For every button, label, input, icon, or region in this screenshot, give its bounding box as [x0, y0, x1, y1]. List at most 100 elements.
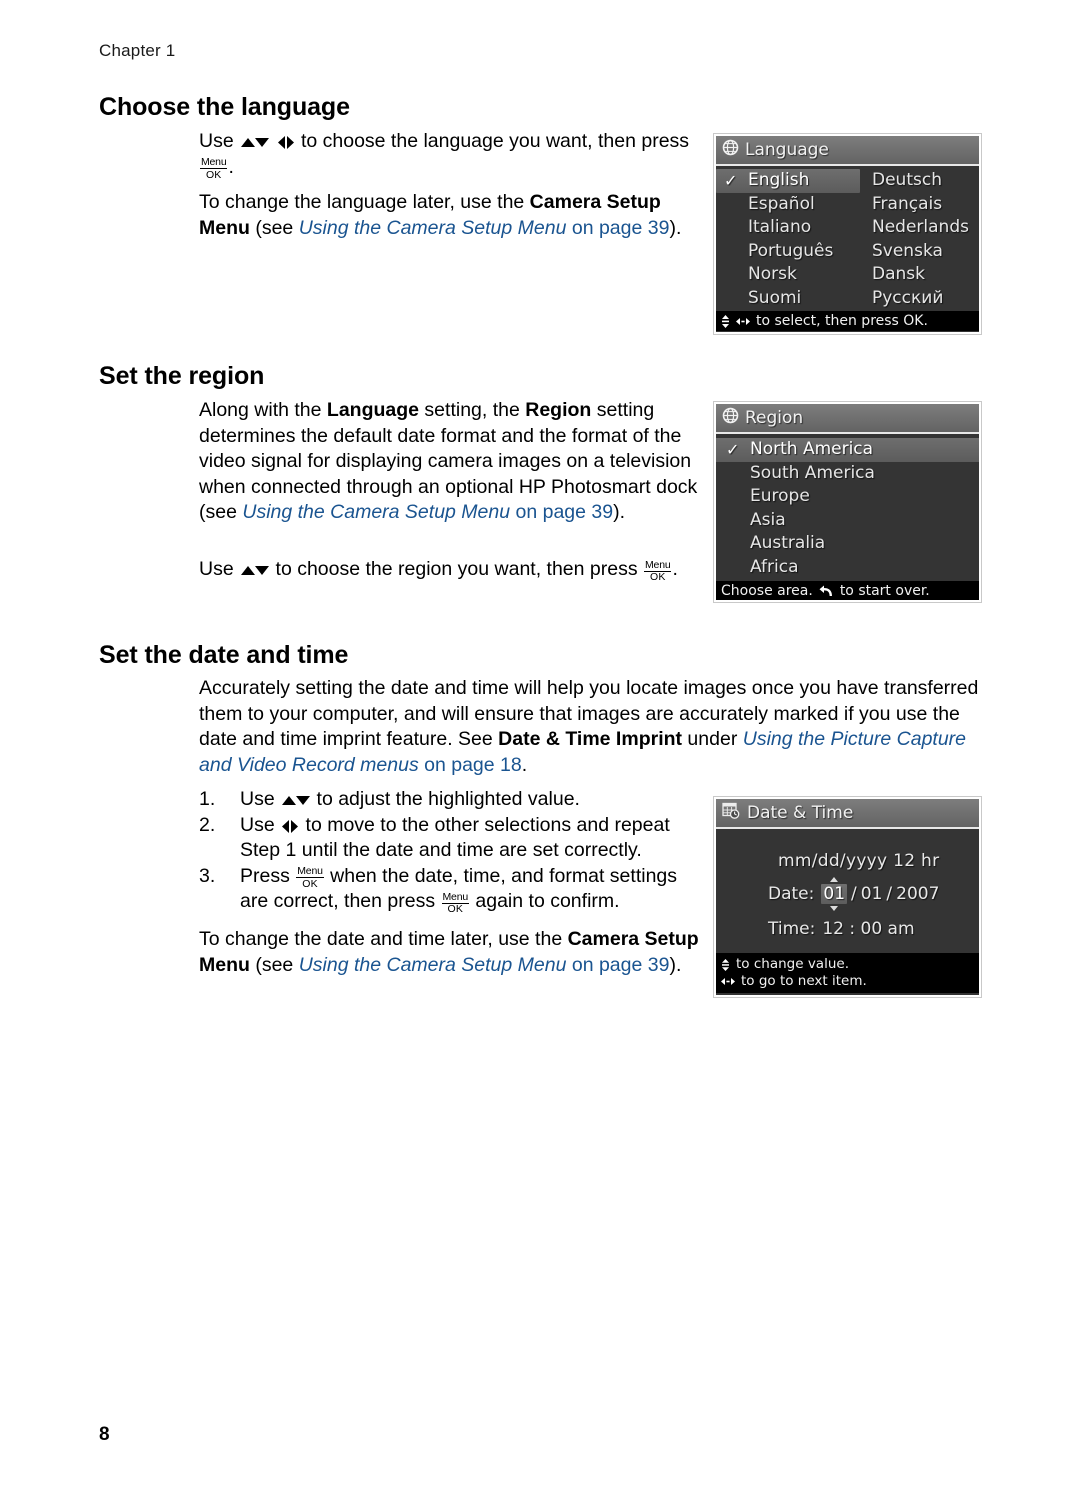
- list-item: 3. Press Menu OK when the date, time, and…: [199, 864, 704, 915]
- caret-down-icon: [830, 906, 839, 911]
- heading-choose-the-language: Choose the language: [99, 93, 350, 121]
- up-down-arrows-icon: [280, 791, 311, 811]
- region-label: Australia: [750, 533, 826, 553]
- region-option-north-america[interactable]: ✓ North America: [716, 438, 979, 462]
- link-using-the-camera-setup-menu[interactable]: Using the Camera Setup Menu: [242, 501, 510, 523]
- text-use-suffix: to choose the region you want, then pres…: [270, 558, 644, 580]
- date-label: Date:: [768, 884, 815, 904]
- datetime-hint-text-2: to go to next item.: [741, 973, 867, 989]
- time-label: Time:: [768, 919, 816, 939]
- region-option-europe[interactable]: Europe: [716, 485, 979, 509]
- text-see: (see: [249, 953, 299, 976]
- checkmark-icon: ✓: [724, 171, 738, 190]
- language-label: English: [748, 170, 810, 190]
- text-close-paren: ).: [613, 501, 626, 523]
- text-close-paren: ).: [669, 216, 682, 239]
- text-along-with: Along with the: [199, 399, 327, 421]
- datetime-screen-body: mm/dd/yyyy 12 hr Date: 01 / 01 / 2007 Ti…: [716, 829, 979, 953]
- date-month-field[interactable]: 01: [821, 877, 848, 911]
- language-option-svenska[interactable]: Svenska: [868, 240, 979, 264]
- up-down-arrows-icon: [239, 133, 270, 153]
- language-option-nederlands[interactable]: Nederlands: [868, 216, 979, 240]
- list-number: 3.: [199, 864, 216, 887]
- language-label: Español: [748, 193, 815, 214]
- language-option-english[interactable]: ✓ English: [716, 169, 860, 193]
- left-right-arrows-icon: [276, 133, 296, 153]
- time-value[interactable]: 12 : 00 am: [822, 919, 914, 939]
- language-option-portugues[interactable]: Português: [716, 240, 860, 264]
- language-screen-title: Language: [745, 140, 829, 160]
- left-right-hint-icon: [736, 317, 750, 326]
- page-number: 8: [99, 1424, 110, 1445]
- bold-language: Language: [326, 399, 420, 421]
- paragraph-region-description: Along with the Language setting, the Reg…: [199, 398, 704, 526]
- link-using-the-camera-setup-menu[interactable]: Using the Camera Setup Menu: [299, 954, 567, 976]
- language-options-grid: ✓ English Español Italiano Português Nors…: [716, 166, 979, 311]
- language-column-left: ✓ English Español Italiano Português Nors…: [716, 169, 860, 310]
- step3-suffix: again to confirm.: [469, 890, 620, 912]
- calendar-clock-icon: [722, 802, 741, 824]
- language-column-right: Deutsch Français Nederlands Svenska Dans…: [868, 169, 979, 311]
- date-separator-2: /: [886, 884, 893, 904]
- datetime-screen-hintbar: to change value. to go to next item.: [716, 953, 979, 993]
- language-option-norsk[interactable]: Norsk: [716, 263, 860, 287]
- up-down-arrows-icon: [239, 561, 270, 581]
- text-use-prefix: Use: [199, 558, 240, 580]
- language-option-deutsch[interactable]: Deutsch: [868, 169, 979, 193]
- date-day-field[interactable]: 01: [861, 884, 883, 904]
- list-item: 2. Use to move to the other selections a…: [199, 813, 704, 864]
- bold-date-time-imprint: Date & Time Imprint: [498, 728, 683, 750]
- list-item: 1. Use to adjust the highlighted value.: [199, 787, 704, 813]
- step1-suffix: to adjust the highlighted value.: [311, 788, 580, 810]
- language-option-italiano[interactable]: Italiano: [716, 216, 860, 240]
- link-on-page-18[interactable]: on page 18: [419, 754, 522, 776]
- paragraph-datetime-change-later: To change the date and time later, use t…: [199, 927, 699, 978]
- datetime-time-row: Time: 12 : 00 am: [768, 919, 915, 939]
- link-on-page-39[interactable]: on page 39: [566, 954, 670, 976]
- step2-prefix: Use: [240, 813, 281, 836]
- bold-region: Region: [525, 399, 592, 421]
- text-setting-the: setting, the: [419, 399, 526, 421]
- menu-ok-button-icon: Menu OK: [296, 865, 324, 890]
- link-on-page-39[interactable]: on page 39: [566, 217, 670, 239]
- datetime-date-row: Date: 01 / 01 / 2007: [768, 877, 939, 911]
- menu-ok-button-icon: Menu OK: [441, 890, 469, 915]
- language-label: Português: [748, 240, 834, 261]
- link-using-the-camera-setup-menu[interactable]: Using the Camera Setup Menu: [299, 217, 567, 239]
- up-down-hint-icon: [721, 314, 730, 328]
- heading-set-the-date-and-time: Set the date and time: [99, 641, 349, 669]
- caret-up-icon: [830, 877, 839, 882]
- language-label: Italiano: [748, 217, 812, 237]
- left-right-arrows-icon: [280, 817, 300, 837]
- datetime-format-row[interactable]: mm/dd/yyyy 12 hr: [778, 851, 939, 871]
- datetime-step-list: 1. Use to adjust the highlighted value. …: [199, 787, 704, 915]
- language-label: Dansk: [872, 264, 925, 284]
- link-on-page-39[interactable]: on page 39: [510, 501, 614, 523]
- region-option-africa[interactable]: Africa: [716, 556, 979, 580]
- language-label: Deutsch: [872, 170, 942, 190]
- document-page: Chapter 1 Choose the language Use to cho…: [0, 0, 1080, 1495]
- text-period: .: [521, 753, 528, 776]
- region-option-australia[interactable]: Australia: [716, 532, 979, 556]
- region-options-list: ✓ North America South America Europe Asia…: [716, 434, 979, 581]
- step2-suffix: to move to the other selections and repe…: [240, 813, 670, 862]
- language-option-francais[interactable]: Français: [868, 193, 979, 217]
- language-option-espanol[interactable]: Español: [716, 193, 860, 217]
- language-option-russkiy[interactable]: Русский: [868, 287, 979, 311]
- language-option-suomi[interactable]: Suomi: [716, 287, 860, 311]
- chapter-running-header: Chapter 1: [99, 41, 176, 60]
- region-option-asia[interactable]: Asia: [716, 509, 979, 533]
- datetime-screen-titlebar: Date & Time: [716, 799, 979, 829]
- back-arrow-icon: [819, 585, 834, 598]
- region-label: Asia: [750, 509, 786, 530]
- camera-screen-region: Region ✓ North America South America Euro…: [714, 402, 981, 602]
- text-under: under: [682, 728, 743, 750]
- datetime-hint-row-1: to change value.: [721, 956, 974, 973]
- heading-set-the-region: Set the region: [99, 362, 265, 390]
- camera-screen-language: Language ✓ English Español Italiano Portu…: [714, 134, 981, 334]
- language-option-dansk[interactable]: Dansk: [868, 263, 979, 287]
- checkmark-icon: ✓: [726, 440, 740, 459]
- date-year-field[interactable]: 2007: [896, 884, 939, 904]
- camera-screen-date-time: Date & Time mm/dd/yyyy 12 hr Date: 01 / …: [714, 797, 981, 997]
- region-option-south-america[interactable]: South America: [716, 462, 979, 486]
